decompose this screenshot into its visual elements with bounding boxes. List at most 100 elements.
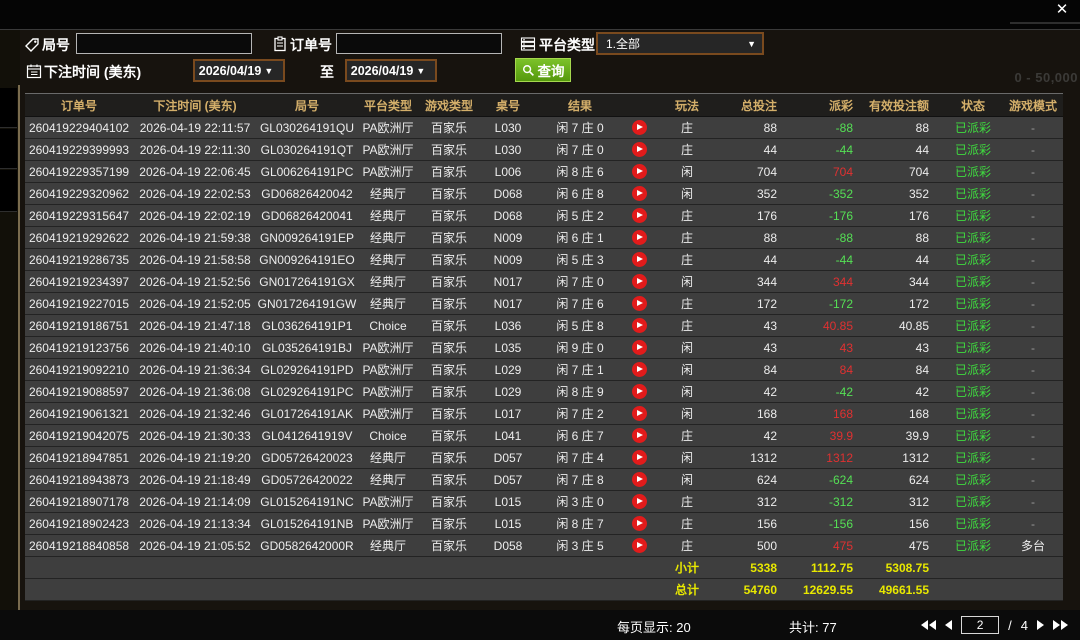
cell-total: 312 [719, 491, 791, 513]
play-video-icon[interactable] [632, 208, 647, 223]
play-cell [623, 205, 655, 227]
play-video-icon[interactable] [632, 450, 647, 465]
cell-round: GL017264191AK [257, 403, 357, 425]
cell-round: GN009264191EP [257, 227, 357, 249]
play-video-icon[interactable] [632, 120, 647, 135]
first-page-icon[interactable] [921, 620, 936, 630]
cell-status: 已派彩 [943, 447, 1003, 469]
to-label: 至 [320, 62, 334, 82]
cell-round: GD06826420041 [257, 205, 357, 227]
cell-valid: 1312 [867, 447, 943, 469]
cell-table_no: D058 [479, 535, 537, 557]
play-video-icon[interactable] [632, 230, 647, 245]
cell-platform: 经典厅 [357, 535, 419, 557]
play-video-icon[interactable] [632, 252, 647, 267]
cell-valid: 44 [867, 139, 943, 161]
close-icon[interactable]: ✕ [1053, 1, 1071, 19]
cell-payout: 168 [791, 403, 867, 425]
subtotal-row-cell [25, 557, 133, 579]
order-no-input[interactable] [336, 33, 502, 54]
date-to-select[interactable]: 2026/04/19 ▼ [345, 59, 437, 82]
play-video-icon[interactable] [632, 428, 647, 443]
cell-order: 260419218840858 [25, 535, 133, 557]
cell-mode: - [1003, 469, 1063, 491]
cell-platform: 经典厅 [357, 469, 419, 491]
calendar-icon [26, 63, 42, 79]
cell-time: 2026-04-19 21:13:34 [133, 513, 257, 535]
cell-payout: -44 [791, 139, 867, 161]
cell-order: 260419218907178 [25, 491, 133, 513]
subtotal-row-cell [257, 557, 357, 579]
cell-total: 704 [719, 161, 791, 183]
cell-time: 2026-04-19 21:58:58 [133, 249, 257, 271]
play-video-icon[interactable] [632, 516, 647, 531]
cell-game: 百家乐 [419, 293, 479, 315]
cell-game: 百家乐 [419, 469, 479, 491]
subtotal-row-cell [943, 557, 1003, 579]
cell-table_no: N017 [479, 293, 537, 315]
tag-icon [24, 37, 40, 53]
search-button[interactable]: 查询 [515, 58, 571, 82]
prev-page-icon[interactable] [945, 620, 952, 630]
cell-platform: 经典厅 [357, 271, 419, 293]
cell-status: 已派彩 [943, 271, 1003, 293]
play-cell [623, 249, 655, 271]
round-no-input[interactable] [76, 33, 252, 54]
cell-mode: - [1003, 381, 1063, 403]
play-video-icon[interactable] [632, 274, 647, 289]
cell-result: 闲 5 庄 8 [537, 315, 623, 337]
table-row: 2604192293209622026-04-19 22:02:53GD0682… [25, 183, 1063, 205]
cell-result: 闲 7 庄 0 [537, 117, 623, 139]
cell-platform: PA欧洲厅 [357, 139, 419, 161]
cell-order: 260419219292622 [25, 227, 133, 249]
play-video-icon[interactable] [632, 472, 647, 487]
last-page-icon[interactable] [1053, 620, 1068, 630]
cell-bet_on: 庄 [655, 535, 719, 557]
cell-game: 百家乐 [419, 161, 479, 183]
play-video-icon[interactable] [632, 296, 647, 311]
cell-platform: PA欧洲厅 [357, 117, 419, 139]
play-video-icon[interactable] [632, 362, 647, 377]
table-row: 2604192189024232026-04-19 21:13:34GL0152… [25, 513, 1063, 535]
cell-payout: -44 [791, 249, 867, 271]
cell-table_no: L036 [479, 315, 537, 337]
cell-valid: 168 [867, 403, 943, 425]
cell-game: 百家乐 [419, 535, 479, 557]
column-header: 状态 [943, 94, 1003, 117]
play-video-icon[interactable] [632, 538, 647, 553]
play-video-icon[interactable] [632, 164, 647, 179]
play-video-icon[interactable] [632, 318, 647, 333]
cell-time: 2026-04-19 21:36:08 [133, 381, 257, 403]
play-video-icon[interactable] [632, 494, 647, 509]
next-page-icon[interactable] [1037, 620, 1044, 630]
cell-total: 172 [719, 293, 791, 315]
cell-status: 已派彩 [943, 139, 1003, 161]
platform-type-select[interactable]: 1.全部 ▼ [596, 32, 764, 55]
pager-controls: / 4 [921, 616, 1068, 634]
play-video-icon[interactable] [632, 142, 647, 157]
table-row: 2604192190922102026-04-19 21:36:34GL0292… [25, 359, 1063, 381]
subtotal-row-cell: 5338 [719, 557, 791, 579]
subtotal-row-cell [419, 557, 479, 579]
cell-total: 500 [719, 535, 791, 557]
cell-valid: 176 [867, 205, 943, 227]
play-video-icon[interactable] [632, 186, 647, 201]
play-video-icon[interactable] [632, 340, 647, 355]
cell-total: 624 [719, 469, 791, 491]
cell-result: 闲 8 庄 9 [537, 381, 623, 403]
cell-order: 260419219286735 [25, 249, 133, 271]
play-video-icon[interactable] [632, 406, 647, 421]
search-icon [522, 64, 535, 77]
cell-valid: 344 [867, 271, 943, 293]
page-input[interactable] [961, 616, 999, 634]
cell-order: 260419219092210 [25, 359, 133, 381]
cell-mode: - [1003, 271, 1063, 293]
play-video-icon[interactable] [632, 384, 647, 399]
cell-bet_on: 闲 [655, 381, 719, 403]
cell-valid: 42 [867, 381, 943, 403]
cell-order: 260419219234397 [25, 271, 133, 293]
play-cell [623, 227, 655, 249]
date-from-select[interactable]: 2026/04/19 ▼ [193, 59, 285, 82]
subtotal-row-cell [623, 557, 655, 579]
cell-platform: 经典厅 [357, 293, 419, 315]
